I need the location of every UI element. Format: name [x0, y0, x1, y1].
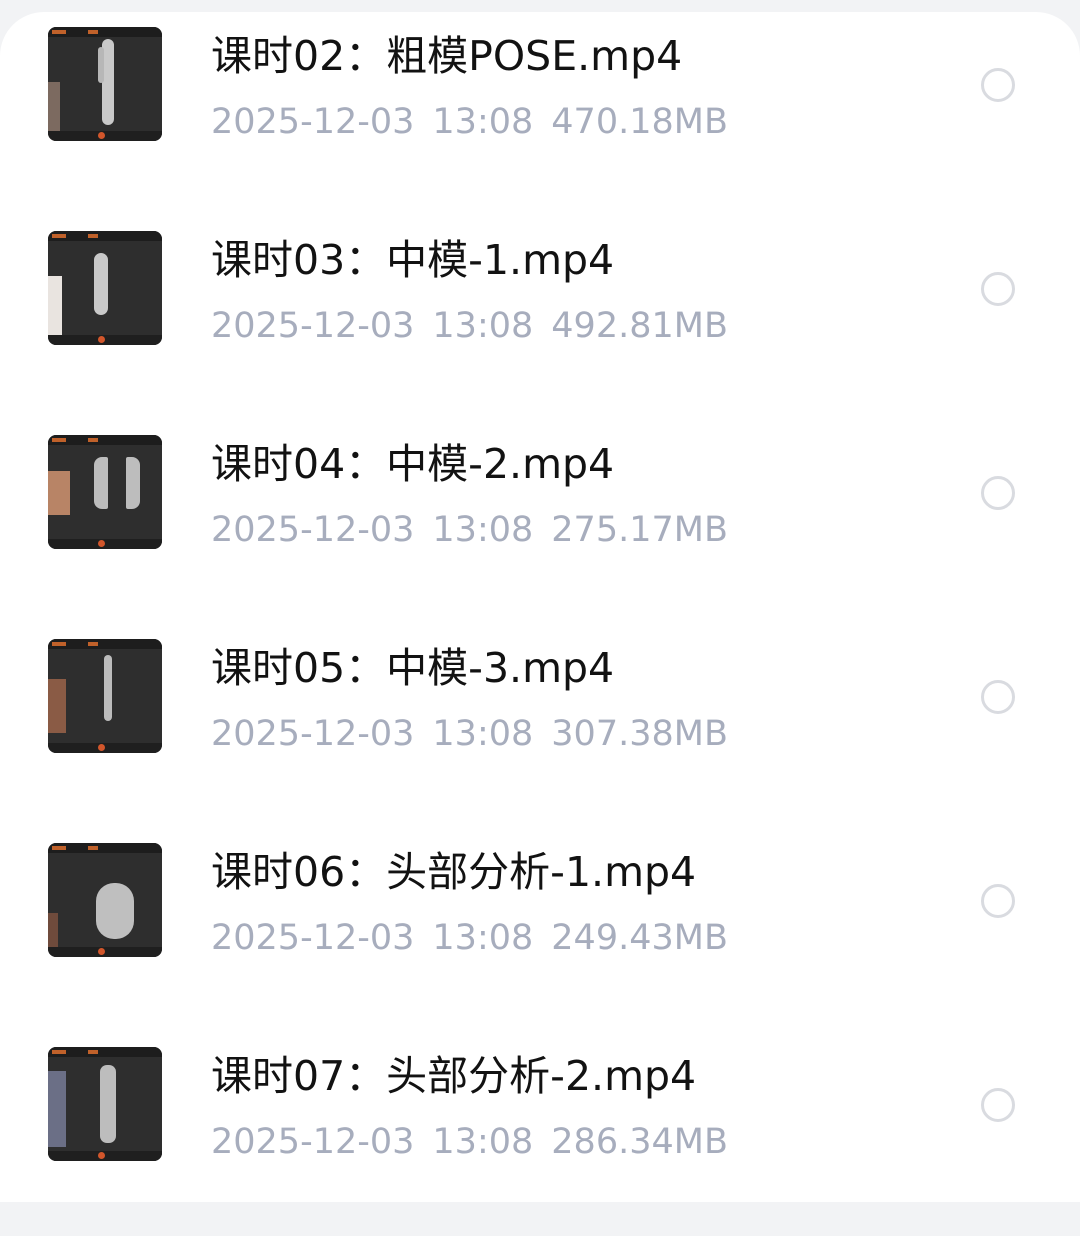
file-time: 13:08 [432, 510, 534, 550]
file-date: 2025-12-03 [211, 102, 415, 142]
video-thumbnail-icon [48, 843, 162, 957]
file-date: 2025-12-03 [211, 1122, 415, 1162]
file-date: 2025-12-03 [211, 918, 415, 958]
file-name: 课时06：头部分析-1.mp4 [211, 848, 697, 896]
video-thumbnail-icon [48, 231, 162, 345]
file-size: 470.18MB [551, 102, 728, 142]
video-thumbnail-icon [48, 435, 162, 549]
file-time: 13:08 [432, 102, 534, 142]
file-time: 13:08 [432, 1122, 534, 1162]
select-radio[interactable] [981, 476, 1015, 510]
file-size: 249.43MB [551, 918, 728, 958]
file-size: 492.81MB [551, 306, 728, 346]
file-size: 307.38MB [551, 714, 728, 754]
select-radio[interactable] [981, 68, 1015, 102]
file-row[interactable]: 课时06：头部分析-1.mp4 2025-12-03 13:08 249.43MB [0, 828, 1080, 1032]
file-meta: 2025-12-03 13:08 286.34MB [211, 1120, 746, 1164]
file-meta: 2025-12-03 13:08 249.43MB [211, 916, 746, 960]
select-radio[interactable] [981, 272, 1015, 306]
file-name: 课时07：头部分析-2.mp4 [211, 1052, 697, 1100]
file-size: 275.17MB [551, 510, 728, 550]
file-name: 课时05：中模-3.mp4 [211, 644, 615, 692]
file-meta: 2025-12-03 13:08 492.81MB [211, 304, 746, 348]
select-radio[interactable] [981, 1088, 1015, 1122]
file-size: 286.34MB [551, 1122, 728, 1162]
file-meta: 2025-12-03 13:08 275.17MB [211, 508, 746, 552]
file-row[interactable]: 课时03：中模-1.mp4 2025-12-03 13:08 492.81MB [0, 216, 1080, 420]
video-thumbnail-icon [48, 27, 162, 141]
file-time: 13:08 [432, 714, 534, 754]
file-name: 课时03：中模-1.mp4 [211, 236, 615, 284]
file-row[interactable]: 课时04：中模-2.mp4 2025-12-03 13:08 275.17MB [0, 420, 1080, 624]
file-row[interactable]: 课时02：粗模POSE.mp4 2025-12-03 13:08 470.18MB [0, 12, 1080, 216]
file-name: 课时02：粗模POSE.mp4 [211, 32, 683, 80]
file-date: 2025-12-03 [211, 510, 415, 550]
select-radio[interactable] [981, 884, 1015, 918]
file-time: 13:08 [432, 918, 534, 958]
file-date: 2025-12-03 [211, 306, 415, 346]
video-thumbnail-icon [48, 1047, 162, 1161]
file-name: 课时04：中模-2.mp4 [211, 440, 615, 488]
file-meta: 2025-12-03 13:08 307.38MB [211, 712, 746, 756]
file-row[interactable]: 课时07：头部分析-2.mp4 2025-12-03 13:08 286.34MB [0, 1032, 1080, 1236]
video-thumbnail-icon [48, 639, 162, 753]
file-time: 13:08 [432, 306, 534, 346]
file-row[interactable]: 课时05：中模-3.mp4 2025-12-03 13:08 307.38MB [0, 624, 1080, 828]
file-date: 2025-12-03 [211, 714, 415, 754]
file-meta: 2025-12-03 13:08 470.18MB [211, 100, 746, 144]
file-list-sheet: 课时02：粗模POSE.mp4 2025-12-03 13:08 470.18MB … [0, 12, 1080, 1202]
select-radio[interactable] [981, 680, 1015, 714]
